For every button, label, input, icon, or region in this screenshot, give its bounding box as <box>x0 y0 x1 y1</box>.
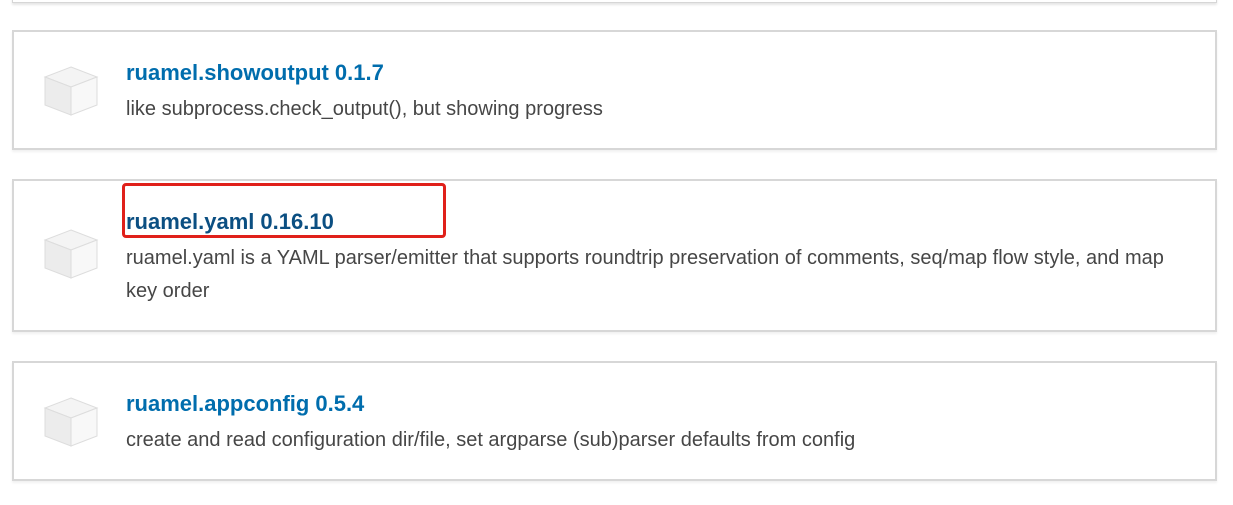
package-box-icon <box>43 229 99 279</box>
package-box-icon <box>43 66 99 116</box>
package-name: ruamel.showoutput <box>126 60 329 85</box>
package-version: 0.16.10 <box>260 209 334 234</box>
package-card-ruamel-yaml[interactable]: ruamel.yaml 0.16.10 ruamel.yaml is a YAML… <box>12 179 1217 332</box>
package-name: ruamel.appconfig <box>126 391 310 416</box>
package-card-ruamel-showoutput[interactable]: ruamel.showoutput 0.1.7 like subprocess.c… <box>12 30 1217 150</box>
package-version: 0.1.7 <box>334 60 384 85</box>
package-name: ruamel.yaml <box>126 209 255 234</box>
previous-result-card-edge <box>12 0 1217 3</box>
package-version: 0.5.4 <box>315 391 365 416</box>
package-title-link[interactable]: ruamel.showoutput 0.1.7 <box>126 59 384 87</box>
package-description: ruamel.yaml is a YAML parser/emitter tha… <box>126 247 1164 302</box>
package-description: like subprocess.check_output(), but show… <box>126 98 603 120</box>
package-title-link[interactable]: ruamel.appconfig 0.5.4 <box>126 390 364 418</box>
package-card-ruamel-appconfig[interactable]: ruamel.appconfig 0.5.4 create and read co… <box>12 361 1217 481</box>
package-title-link[interactable]: ruamel.yaml 0.16.10 <box>126 208 334 236</box>
package-description: create and read configuration dir/file, … <box>126 429 856 451</box>
search-results: ruamel.showoutput 0.1.7 like subprocess.c… <box>0 0 1233 505</box>
package-box-icon <box>43 397 99 447</box>
